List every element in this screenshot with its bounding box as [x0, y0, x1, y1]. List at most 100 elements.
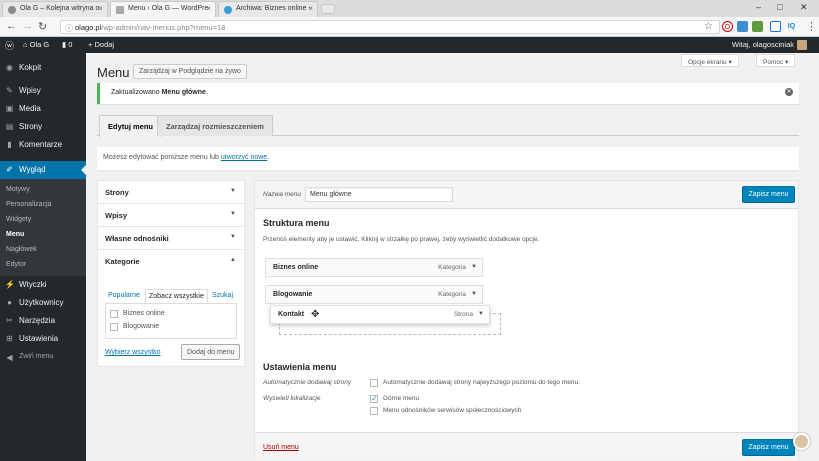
extension-icon[interactable]	[770, 21, 781, 32]
menu-edit-panel: Nazwa menu Menu główne Zapisz menu Struk…	[254, 180, 799, 460]
browser-menu-icon[interactable]: ⋮	[806, 20, 817, 33]
opera-extension-icon[interactable]: O	[722, 21, 733, 32]
help-button[interactable]: Pomoc ▾	[756, 54, 796, 67]
new-tab-button[interactable]	[321, 4, 335, 14]
new-content-link[interactable]: + Dodaj	[88, 40, 114, 49]
back-icon[interactable]: ←	[6, 20, 17, 32]
maximize-icon[interactable]: □	[777, 2, 782, 12]
close-tab-icon[interactable]: ×	[98, 4, 103, 13]
sidebar-item-tools[interactable]: ✂ Narzędzia	[0, 312, 86, 329]
accordion-section-custom-links[interactable]: Własne odnośniki ▼	[98, 227, 244, 250]
wrench-icon: ✂	[6, 316, 13, 325]
submenu-item-menus[interactable]: Menu	[6, 231, 24, 238]
chevron-down-icon[interactable]: ▼	[471, 291, 477, 297]
site-name-link[interactable]: ⌂ Ola G	[23, 40, 49, 49]
category-label: Biznes online	[123, 310, 165, 317]
location-label-social: Menu odnośników serwisów społecznościowy…	[383, 407, 522, 414]
save-menu-button-bottom[interactable]: Zapisz menu	[742, 439, 795, 456]
browser-tab-1[interactable]: Ola G – Kolejna witryna o ×	[2, 1, 108, 17]
collapse-icon: ◀	[6, 353, 13, 362]
home-icon: ⌂	[23, 40, 28, 49]
sidebar-item-dashboard[interactable]: ◉ Kokpit	[0, 59, 86, 76]
menu-item[interactable]: Blogowanie Kategoria ▼	[265, 285, 483, 304]
delete-menu-link[interactable]: Usuń menu	[263, 444, 299, 451]
chevron-up-icon: ▲	[230, 257, 236, 263]
tab-edit-menu[interactable]: Edytuj menu	[99, 115, 163, 137]
submenu-item-themes[interactable]: Motywy	[6, 186, 30, 193]
sidebar-item-media[interactable]: ▣ Media	[0, 100, 86, 117]
admin-sidebar: ◉ Kokpit ✎ Wpisy ▣ Media ▤ Strony ▮ Komentarz…	[0, 53, 86, 461]
wordpress-icon	[8, 6, 16, 14]
close-tab-icon[interactable]: ×	[308, 4, 313, 13]
settings-title: Ustawienia menu	[263, 362, 337, 372]
save-menu-button[interactable]: Zapisz menu	[742, 186, 795, 203]
location-label-primary: Górne menu	[383, 395, 420, 402]
add-menu-items-accordion: Strony ▼ Wpisy ▼ Własne odnośniki ▼ Kategor…	[97, 180, 245, 367]
menu-item-dragging[interactable]: Kontakt ✥ Strona ▼	[270, 305, 490, 324]
dashboard-icon: ◉	[6, 63, 13, 72]
chevron-down-icon[interactable]: ▼	[471, 264, 477, 270]
comment-icon: ▮	[7, 140, 12, 149]
accordion-section-posts[interactable]: Wpisy ▼	[98, 204, 244, 227]
close-tab-icon[interactable]: ×	[206, 4, 211, 13]
sidebar-item-users[interactable]: ● Użytkownicy	[0, 294, 86, 311]
chevron-down-icon[interactable]: ▼	[478, 311, 484, 317]
forward-icon[interactable]: →	[22, 20, 33, 32]
live-preview-button[interactable]: Zarządzaj w Podglądzie na żywo	[133, 64, 247, 79]
collapse-menu-button[interactable]: ◀ Zwiń menu	[0, 349, 86, 366]
bookmark-star-icon[interactable]: ☆	[704, 21, 713, 32]
browser-tab-2[interactable]: Menu ‹ Ola G — WordPre ×	[110, 1, 216, 17]
sidebar-item-plugins[interactable]: ⚡ Wtyczki	[0, 276, 86, 293]
manage-menus-box: Możesz edytować poniższe menu lub utworz…	[97, 147, 799, 170]
iq-extension-icon[interactable]: IQ	[786, 21, 797, 32]
auto-add-checkbox[interactable]	[370, 379, 378, 387]
sidebar-item-settings[interactable]: ⊞ Ustawienia	[0, 330, 86, 347]
category-label: Blogowanie	[123, 323, 160, 330]
users-icon: ●	[7, 298, 12, 307]
minimize-icon[interactable]: –	[756, 2, 761, 12]
select-all-link[interactable]: Wybierz wszystko	[105, 349, 161, 356]
menu-footer: Usuń menu Zapisz menu	[255, 432, 798, 460]
category-checkbox[interactable]	[110, 310, 118, 318]
sidebar-item-appearance[interactable]: ✐ Wygląd	[0, 161, 86, 179]
category-checkbox[interactable]	[110, 323, 118, 331]
dismiss-icon[interactable]: ✕	[785, 88, 793, 96]
extension-icon[interactable]	[752, 21, 763, 32]
close-window-icon[interactable]: ✕	[800, 2, 808, 13]
category-checklist: Biznes online Blogowanie	[105, 303, 237, 339]
chevron-down-icon: ▼	[230, 211, 236, 217]
accordion-section-categories[interactable]: Kategorie ▲	[98, 250, 244, 273]
menu-name-input[interactable]: Menu główne	[305, 187, 453, 202]
my-account-link[interactable]: Witaj, olagosciniak	[732, 40, 807, 51]
location-checkbox-primary[interactable]: ✓	[370, 395, 378, 403]
submenu-item-header[interactable]: Nagłówek	[6, 246, 37, 253]
sidebar-item-posts[interactable]: ✎ Wpisy	[0, 82, 86, 99]
tab-manage-locations[interactable]: Zarządzaj rozmieszczeniem	[157, 115, 273, 136]
page-icon	[116, 6, 124, 14]
reload-icon[interactable]: ↻	[38, 20, 47, 33]
location-checkbox-social[interactable]	[370, 407, 378, 415]
browser-tab-3[interactable]: Archiwa: Biznes online - ×	[218, 1, 318, 17]
plugin-icon: ⚡	[5, 280, 15, 289]
comment-icon: ▮	[62, 40, 67, 49]
submenu-item-customize[interactable]: Personalizacja	[6, 201, 52, 208]
comments-link[interactable]: ▮ 0	[62, 40, 72, 49]
accordion-section-pages[interactable]: Strony ▼	[98, 181, 244, 204]
add-to-menu-button[interactable]: Dodaj do menu	[181, 344, 241, 360]
chevron-down-icon: ▼	[230, 234, 236, 240]
tab-view-all[interactable]: Zobacz wszystkie	[145, 289, 208, 303]
tab-popular[interactable]: Popularne	[105, 289, 143, 303]
url-input[interactable]: ⓘ olago.pl/wp-admin/nav-menus.php?menu=1…	[60, 20, 720, 34]
create-new-menu-link[interactable]: utworzyć nowe	[221, 154, 267, 161]
screen-options-button[interactable]: Opcje ekranu ▾	[681, 54, 739, 67]
submenu-item-editor[interactable]: Edytor	[6, 261, 26, 268]
wordpress-logo-icon[interactable]: ⓦ	[5, 39, 14, 52]
menu-item[interactable]: Biznes online Kategoria ▼	[265, 258, 483, 277]
avatar	[797, 40, 807, 51]
extension-icon[interactable]	[737, 21, 748, 32]
tab-search[interactable]: Szukaj	[209, 289, 236, 303]
submenu-item-widgets[interactable]: Widgety	[6, 216, 31, 223]
move-cursor-icon: ✥	[311, 309, 320, 320]
sidebar-item-comments[interactable]: ▮ Komentarze	[0, 136, 86, 153]
sidebar-item-pages[interactable]: ▤ Strony	[0, 118, 86, 135]
